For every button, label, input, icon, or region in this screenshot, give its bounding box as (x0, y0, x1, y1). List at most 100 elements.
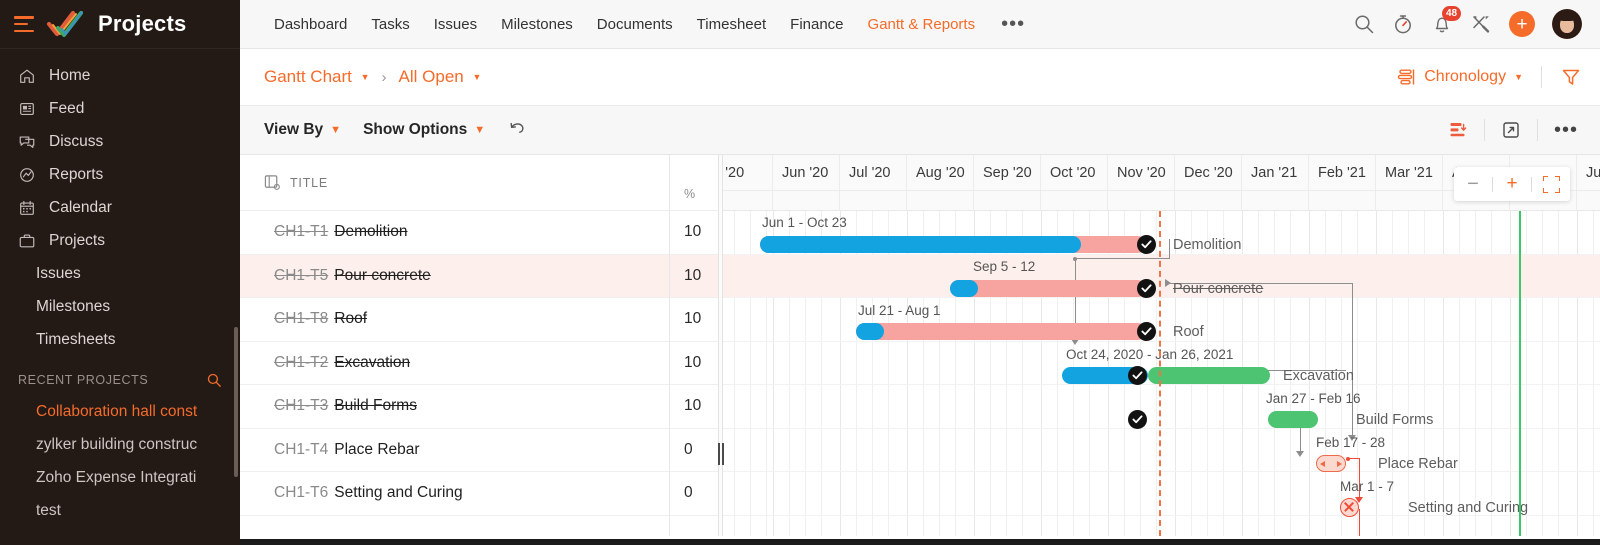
table-row[interactable]: CH1-T5 Pour concrete (240, 254, 669, 298)
filter-button[interactable] (1542, 66, 1582, 88)
bar-date-label: Sep 5 - 12 (973, 259, 1036, 274)
percent-cell: 10 (670, 254, 718, 298)
dependency-line (1352, 283, 1354, 438)
table-row[interactable]: CH1-T4 Place Rebar (240, 429, 669, 472)
top-nav-actions: 48 + (1353, 6, 1582, 39)
sidebar-item-discuss[interactable]: Discuss (0, 125, 240, 158)
task-title: Place Rebar (334, 440, 420, 458)
task-code: CH1-T2 (274, 353, 329, 371)
task-code: CH1-T1 (274, 223, 329, 241)
pane-splitter[interactable] (718, 155, 724, 536)
sidebar-item-milestones[interactable]: Milestones (0, 290, 240, 323)
fit-to-screen-button[interactable] (1532, 167, 1570, 201)
sidebar-scrollbar[interactable] (234, 327, 238, 477)
chevron-down-icon: ▼ (472, 72, 482, 82)
recent-project-item[interactable]: zylker building construc (0, 428, 240, 461)
tab-milestones[interactable]: Milestones (489, 16, 585, 33)
collapse-rows-icon (1450, 123, 1467, 137)
sidebar-item-projects[interactable]: Projects (0, 224, 240, 257)
search-projects-icon[interactable] (206, 372, 222, 388)
tab-gantt-and-reports[interactable]: Gantt & Reports (856, 16, 988, 33)
timeline-month: Jun '20 (773, 155, 840, 190)
task-complete-check-icon[interactable] (1137, 279, 1156, 298)
task-complete-check-icon[interactable] (1128, 366, 1147, 385)
recent-project-item[interactable]: test (0, 494, 240, 527)
timeline-subcell (974, 190, 1041, 211)
sidebar-item-issues[interactable]: Issues (0, 257, 240, 290)
expand-fullscreen-icon (1503, 122, 1519, 138)
table-row[interactable]: CH1-T6 Setting and Curing (240, 472, 669, 516)
hamburger-menu-icon[interactable] (14, 16, 34, 32)
breadcrumb-gantt-chart[interactable]: Gantt Chart ▼ (264, 67, 370, 87)
sidebar-nav: Home Feed Discuss Reports Calendar Proje… (0, 49, 240, 356)
gantt-bar-baseline[interactable] (1268, 411, 1318, 428)
chronology-icon (1398, 69, 1415, 85)
undo-button[interactable] (507, 118, 527, 143)
tab-dashboard[interactable]: Dashboard (262, 16, 359, 33)
sidebar-item-home[interactable]: Home (0, 59, 240, 92)
timer-icon[interactable] (1392, 13, 1414, 35)
sidebar-item-label: Discuss (49, 132, 104, 150)
dependency-arrow (1165, 279, 1171, 287)
percent-cell: 10 (670, 342, 718, 385)
timeline-subcell (1242, 190, 1309, 211)
gantt-blocked-marker-icon[interactable] (1340, 498, 1359, 517)
task-complete-check-icon[interactable] (1128, 410, 1147, 429)
task-code: CH1-T5 (274, 266, 329, 284)
recent-project-item[interactable]: Zoho Expense Integrati (0, 461, 240, 494)
gantt-bar[interactable] (856, 323, 1146, 340)
gantt-milestone-open[interactable] (1316, 455, 1346, 472)
collapse-rows-button[interactable] (1432, 120, 1484, 140)
sidebar-item-calendar[interactable]: Calendar (0, 191, 240, 224)
gantt-bar[interactable] (950, 280, 1146, 297)
undo-icon (510, 122, 524, 133)
sidebar-item-label: Projects (49, 231, 105, 249)
notifications[interactable]: 48 (1431, 6, 1461, 35)
add-icon[interactable]: + (1509, 11, 1535, 37)
table-row[interactable]: CH1-T3 Build Forms (240, 385, 669, 429)
chevron-down-icon: ▼ (1514, 72, 1523, 82)
sidebar-item-label: Feed (49, 99, 85, 117)
column-settings-icon[interactable] (264, 174, 281, 191)
tab-finance[interactable]: Finance (778, 16, 855, 33)
tab-issues[interactable]: Issues (422, 16, 489, 33)
zoom-in-button[interactable]: + (1493, 167, 1531, 201)
gantt-bar-progress (760, 236, 1081, 253)
avatar[interactable] (1552, 9, 1582, 39)
gantt-bar[interactable] (760, 236, 1146, 253)
task-grid: TITLE CH1-T1 Demolition CH1-T5 Pour conc… (240, 155, 670, 536)
chronology-selector[interactable]: Chronology ▼ (1396, 67, 1541, 87)
table-row[interactable]: CH1-T8 Roof (240, 298, 669, 342)
splitter-grip[interactable] (715, 443, 727, 465)
task-complete-check-icon[interactable] (1137, 235, 1156, 254)
more-tabs-icon[interactable]: ••• (987, 14, 1039, 34)
sidebar-item-reports[interactable]: Reports (0, 158, 240, 191)
task-complete-check-icon[interactable] (1137, 322, 1156, 341)
sidebar-item-timesheets[interactable]: Timesheets (0, 323, 240, 356)
gantt-bar-baseline[interactable] (1148, 367, 1270, 384)
view-by-button[interactable]: View By ▼ (264, 121, 341, 139)
percent-cell: 10 (670, 211, 718, 255)
fullscreen-button[interactable] (1485, 120, 1537, 140)
filter-icon (1562, 69, 1580, 85)
sidebar-item-label: Reports (49, 165, 104, 183)
recent-project-item[interactable]: Collaboration hall const (0, 395, 240, 428)
gantt-task-name: Roof (1173, 324, 1204, 340)
tab-documents[interactable]: Documents (585, 16, 685, 33)
tab-tasks[interactable]: Tasks (359, 16, 421, 33)
more-options-icon[interactable]: ••• (1538, 120, 1582, 140)
timeline-month: Aug '20 (907, 155, 974, 190)
show-options-button[interactable]: Show Options ▼ (363, 121, 485, 139)
breadcrumb-all-open[interactable]: All Open ▼ (399, 67, 482, 87)
search-icon[interactable] (1353, 13, 1375, 35)
tools-icon[interactable] (1470, 13, 1492, 35)
zoom-out-button[interactable]: − (1454, 167, 1492, 201)
tab-timesheet[interactable]: Timesheet (685, 16, 778, 33)
sidebar-logo-text: Projects (98, 11, 187, 36)
sidebar-item-feed[interactable]: Feed (0, 92, 240, 125)
task-code: CH1-T8 (274, 310, 329, 328)
table-row[interactable]: CH1-T2 Excavation (240, 342, 669, 385)
chevron-down-icon: ▼ (360, 72, 370, 82)
gantt-task-name: Demolition (1173, 237, 1242, 253)
table-row[interactable]: CH1-T1 Demolition (240, 211, 669, 255)
